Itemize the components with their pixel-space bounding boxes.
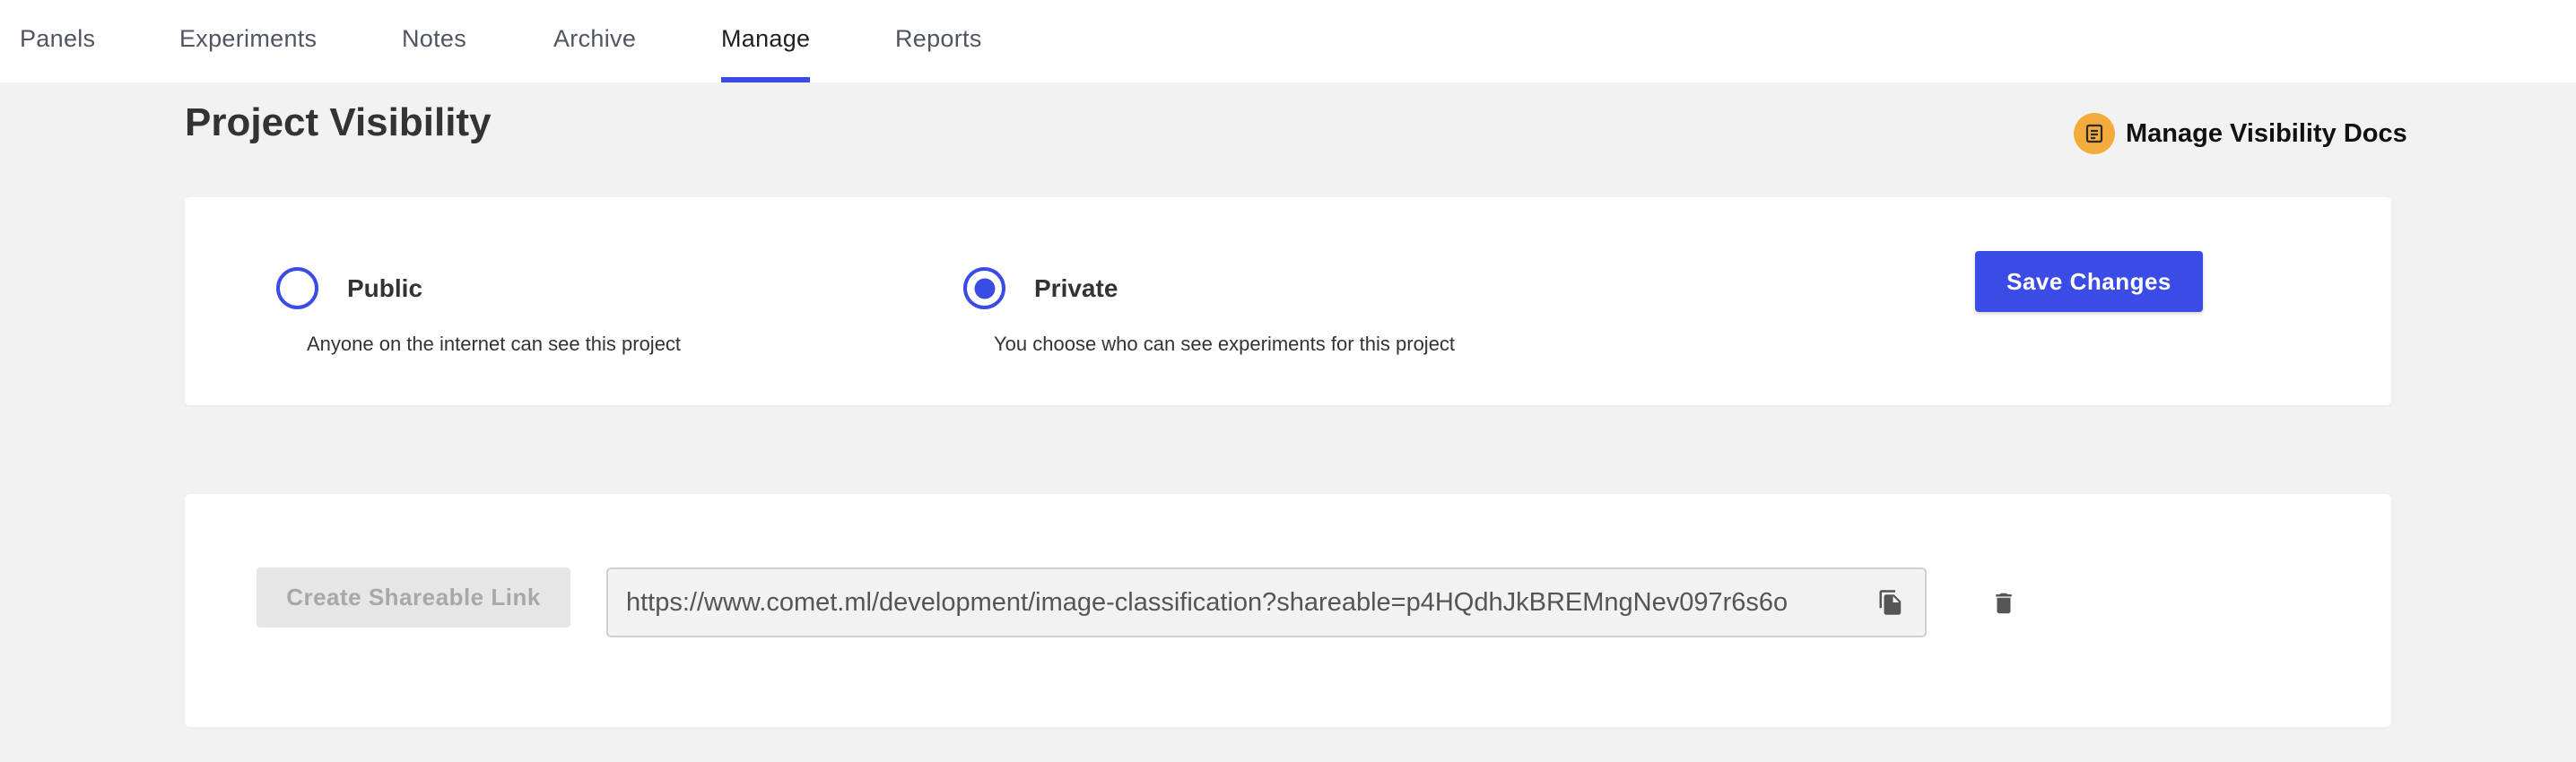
page-title: Project Visibility (185, 100, 492, 144)
top-nav: Panels Experiments Notes Archive Manage … (0, 0, 2576, 82)
public-description: Anyone on the internet can see this proj… (307, 333, 682, 355)
public-radio-label: Public (347, 273, 423, 302)
tab-notes[interactable]: Notes (402, 0, 466, 82)
private-radio[interactable] (963, 267, 1005, 309)
visibility-option-public: Public Anyone on the internet can see th… (276, 267, 681, 356)
save-changes-button[interactable]: Save Changes (1975, 251, 2203, 312)
private-description: You choose who can see experiments for t… (994, 333, 1456, 355)
visibility-option-private: Private You choose who can see experimen… (963, 267, 1455, 356)
shareable-link-input[interactable] (626, 587, 1862, 618)
trash-icon[interactable] (1986, 584, 2022, 623)
manage-visibility-docs-link[interactable]: Manage Visibility Docs (2074, 111, 2407, 156)
copy-icon[interactable] (1875, 586, 1907, 619)
public-radio[interactable] (276, 267, 318, 309)
public-radio-row[interactable]: Public (276, 267, 681, 309)
tab-panels[interactable]: Panels (20, 0, 95, 82)
share-card: Create Shareable Link (185, 494, 2391, 727)
document-icon (2074, 113, 2115, 154)
tab-experiments[interactable]: Experiments (179, 0, 317, 82)
create-shareable-link-button[interactable]: Create Shareable Link (257, 567, 570, 628)
shareable-link-field (606, 567, 1927, 637)
tab-manage[interactable]: Manage (721, 0, 811, 82)
tab-archive[interactable]: Archive (553, 0, 636, 82)
visibility-card: Public Anyone on the internet can see th… (185, 197, 2391, 405)
private-radio-label: Private (1034, 273, 1118, 302)
private-radio-row[interactable]: Private (963, 267, 1455, 309)
docs-link-label: Manage Visibility Docs (2126, 118, 2407, 148)
tab-reports[interactable]: Reports (895, 0, 982, 82)
